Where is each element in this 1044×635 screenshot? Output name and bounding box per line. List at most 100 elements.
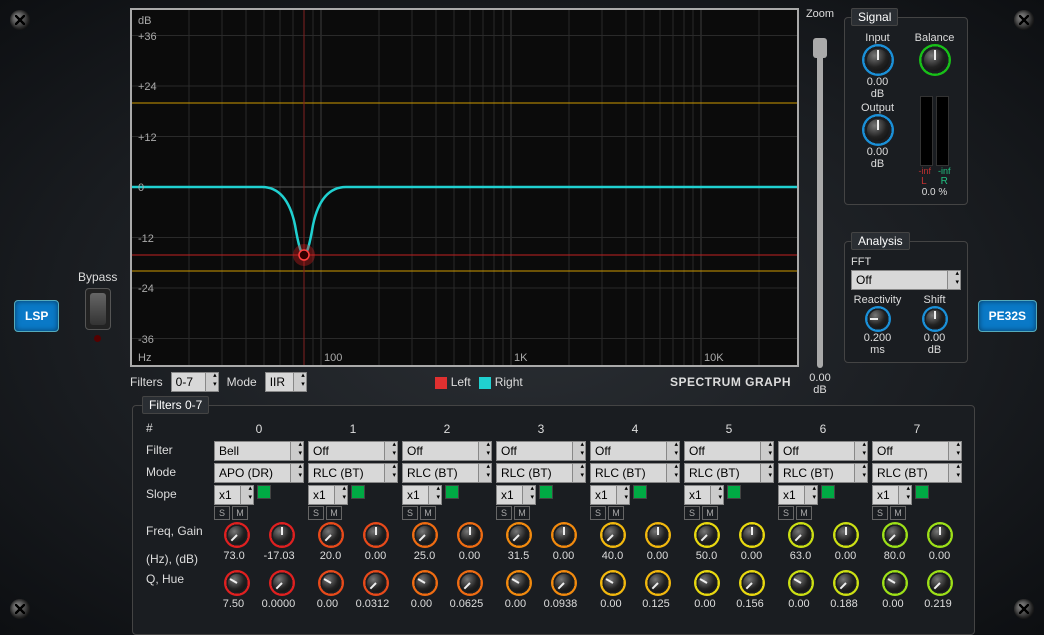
mute-button[interactable]: M — [702, 506, 718, 520]
solo-button[interactable]: S — [496, 506, 512, 520]
gain-knob[interactable] — [363, 522, 389, 548]
gain-knob[interactable] — [739, 522, 765, 548]
hue-knob[interactable] — [927, 570, 953, 596]
meter-l-val: -inf — [918, 166, 931, 176]
mute-button[interactable]: M — [796, 506, 812, 520]
freq-knob[interactable] — [224, 522, 250, 548]
gain-knob[interactable] — [645, 522, 671, 548]
q-value: 0.00 — [882, 598, 903, 610]
filter-slope-select[interactable]: x1 — [496, 485, 536, 505]
filter-col-index: 2 — [402, 419, 492, 439]
filter-mode-select[interactable]: RLC (BT) — [402, 463, 492, 483]
filter-mode-select[interactable]: RLC (BT) — [308, 463, 398, 483]
mute-button[interactable]: M — [326, 506, 342, 520]
solo-button[interactable]: S — [872, 506, 888, 520]
q-knob[interactable] — [788, 570, 814, 596]
filter-slope-select[interactable]: x1 — [308, 485, 348, 505]
gain-knob[interactable] — [551, 522, 577, 548]
filter-slope-select[interactable]: x1 — [590, 485, 630, 505]
filter-type-select[interactable]: Off — [308, 441, 398, 461]
hue-knob[interactable] — [457, 570, 483, 596]
filter-slope-select[interactable]: x1 — [872, 485, 912, 505]
hue-knob[interactable] — [551, 570, 577, 596]
filter-type-select[interactable]: Off — [778, 441, 868, 461]
q-knob[interactable] — [882, 570, 908, 596]
left-color-swatch — [435, 377, 447, 389]
freq-knob[interactable] — [694, 522, 720, 548]
filter-led-on[interactable] — [445, 485, 459, 499]
solo-button[interactable]: S — [308, 506, 324, 520]
hue-knob[interactable] — [269, 570, 295, 596]
filter-led-on[interactable] — [821, 485, 835, 499]
filter-slope-select[interactable]: x1 — [402, 485, 442, 505]
gain-knob[interactable] — [269, 522, 295, 548]
filter-led-on[interactable] — [257, 485, 271, 499]
solo-button[interactable]: S — [214, 506, 230, 520]
bypass-switch[interactable] — [85, 288, 111, 330]
filters-bar: Filters 0-7 Mode IIR Left Right — [130, 372, 523, 392]
q-knob[interactable] — [506, 570, 532, 596]
filter-slope-select[interactable]: x1 — [684, 485, 724, 505]
filter-led-on[interactable] — [727, 485, 741, 499]
filter-led-on[interactable] — [351, 485, 365, 499]
filter-mode-select[interactable]: RLC (BT) — [778, 463, 868, 483]
mute-button[interactable]: M — [608, 506, 624, 520]
hue-knob[interactable] — [833, 570, 859, 596]
filter-col-index: 0 — [214, 419, 304, 439]
filter-mode-select[interactable]: APO (DR) — [214, 463, 304, 483]
filter-mode-select[interactable]: RLC (BT) — [496, 463, 586, 483]
q-knob[interactable] — [600, 570, 626, 596]
q-knob[interactable] — [224, 570, 250, 596]
filter-led-on[interactable] — [915, 485, 929, 499]
spectrum-graph[interactable]: dB +36 +24 +12 0 -12 -24 -36 Hz 100 1K 1… — [130, 8, 799, 367]
analysis-legend: Analysis — [851, 232, 910, 250]
freq-knob[interactable] — [882, 522, 908, 548]
gain-value: 0.00 — [741, 550, 762, 562]
gain-knob[interactable] — [927, 522, 953, 548]
filter-type-select[interactable]: Off — [496, 441, 586, 461]
mute-button[interactable]: M — [232, 506, 248, 520]
mode-select[interactable]: IIR — [265, 372, 307, 392]
fft-select[interactable]: Off — [851, 270, 961, 290]
filter-led-on[interactable] — [539, 485, 553, 499]
q-knob[interactable] — [694, 570, 720, 596]
hue-knob[interactable] — [645, 570, 671, 596]
zoom-slider[interactable] — [817, 38, 823, 368]
freq-value: 20.0 — [320, 550, 341, 562]
filter-type-select[interactable]: Bell — [214, 441, 304, 461]
solo-button[interactable]: S — [778, 506, 794, 520]
q-knob[interactable] — [412, 570, 438, 596]
output-knob[interactable] — [862, 114, 894, 146]
mute-button[interactable]: M — [890, 506, 906, 520]
solo-button[interactable]: S — [684, 506, 700, 520]
filter-type-select[interactable]: Off — [402, 441, 492, 461]
filter-slope-select[interactable]: x1 — [778, 485, 818, 505]
mute-button[interactable]: M — [514, 506, 530, 520]
q-knob[interactable] — [318, 570, 344, 596]
freq-knob[interactable] — [788, 522, 814, 548]
reactivity-knob[interactable] — [865, 306, 891, 332]
filter-mode-select[interactable]: RLC (BT) — [590, 463, 680, 483]
filter-mode-select[interactable]: RLC (BT) — [684, 463, 774, 483]
balance-knob[interactable] — [919, 44, 951, 76]
filter-slope-select[interactable]: x1 — [214, 485, 254, 505]
input-knob[interactable] — [862, 44, 894, 76]
gain-knob[interactable] — [833, 522, 859, 548]
freq-knob[interactable] — [318, 522, 344, 548]
filters-range-select[interactable]: 0-7 — [171, 372, 219, 392]
filter-type-select[interactable]: Off — [684, 441, 774, 461]
solo-button[interactable]: S — [402, 506, 418, 520]
gain-knob[interactable] — [457, 522, 483, 548]
solo-button[interactable]: S — [590, 506, 606, 520]
hue-knob[interactable] — [739, 570, 765, 596]
freq-knob[interactable] — [506, 522, 532, 548]
freq-knob[interactable] — [600, 522, 626, 548]
shift-knob[interactable] — [922, 306, 948, 332]
filter-led-on[interactable] — [633, 485, 647, 499]
filter-type-select[interactable]: Off — [590, 441, 680, 461]
filter-mode-select[interactable]: RLC (BT) — [872, 463, 962, 483]
hue-knob[interactable] — [363, 570, 389, 596]
filter-type-select[interactable]: Off — [872, 441, 962, 461]
mute-button[interactable]: M — [420, 506, 436, 520]
freq-knob[interactable] — [412, 522, 438, 548]
